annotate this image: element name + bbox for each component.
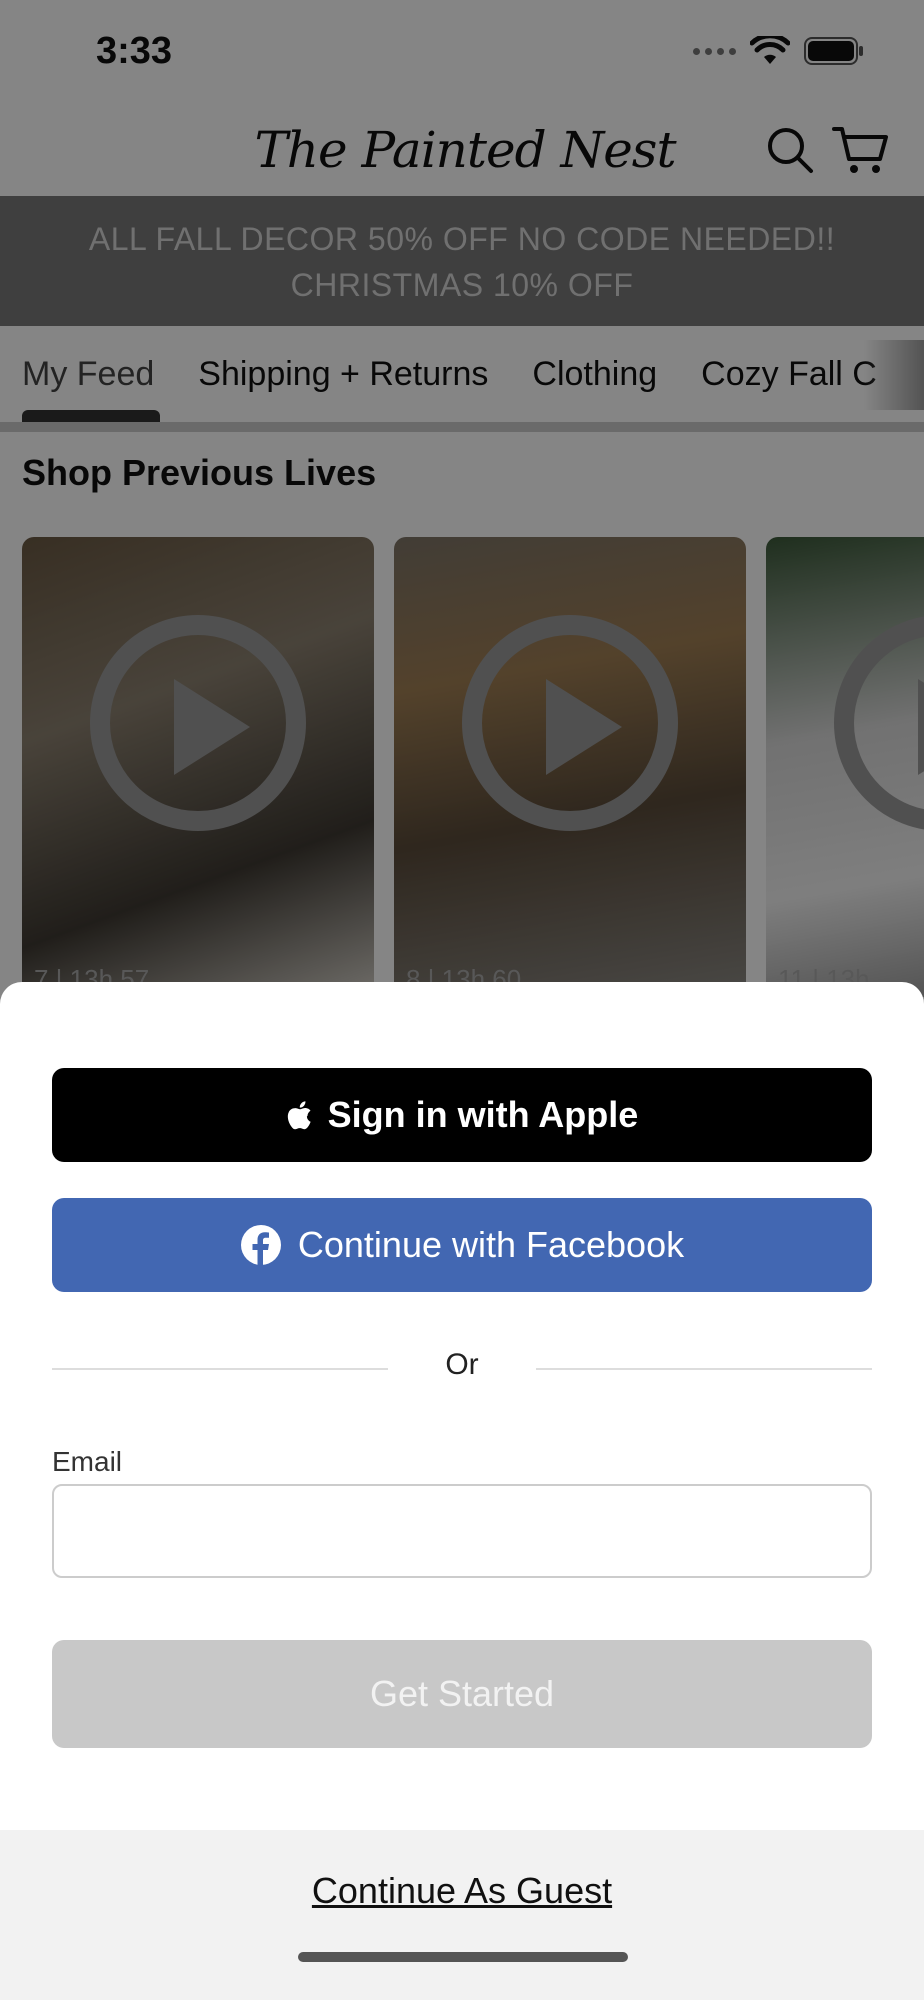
get-started-button[interactable]: Get Started bbox=[52, 1640, 872, 1748]
email-label: Email bbox=[52, 1446, 123, 1477]
home-indicator[interactable] bbox=[298, 1952, 628, 1962]
facebook-icon bbox=[240, 1225, 281, 1265]
apple-icon bbox=[287, 1101, 311, 1130]
divider-line-right bbox=[536, 1368, 872, 1370]
or-text: Or bbox=[445, 1348, 479, 1381]
email-field[interactable] bbox=[52, 1484, 872, 1578]
auth-bottom-sheet: Sign in with Apple Continue with Faceboo… bbox=[0, 982, 924, 2000]
continue-as-guest-link[interactable]: Continue As Guest bbox=[0, 1870, 924, 1912]
facebook-button-label: Continue with Facebook bbox=[297, 1224, 685, 1265]
app-root: 3:33 The Painted Nest ALL FALL DECOR 50%… bbox=[0, 0, 924, 2000]
apple-button-label: Sign in with Apple bbox=[327, 1094, 639, 1135]
continue-with-facebook-button[interactable]: Continue with Facebook bbox=[52, 1198, 872, 1292]
sign-in-with-apple-button[interactable]: Sign in with Apple bbox=[52, 1068, 872, 1162]
guest-footer: Continue As Guest bbox=[0, 1830, 924, 2000]
or-divider: Or bbox=[52, 1348, 872, 1388]
